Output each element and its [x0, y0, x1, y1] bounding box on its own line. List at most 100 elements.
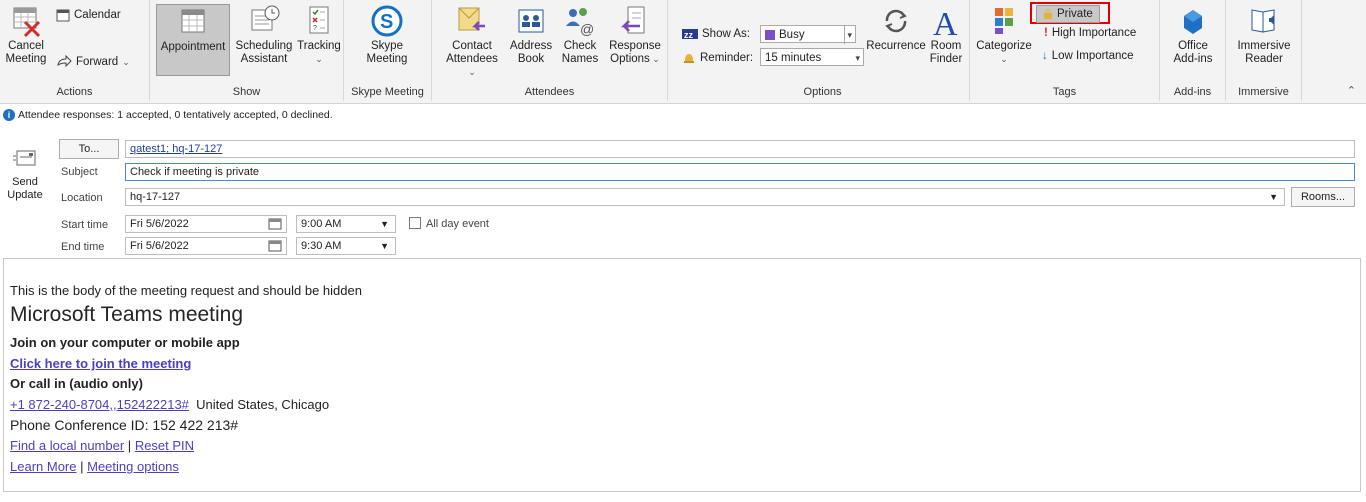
immersive-reader-icon	[1247, 4, 1281, 38]
bell-icon	[684, 54, 694, 63]
categorize-chevron-icon: ⌄	[1000, 54, 1008, 64]
appointment-button[interactable]: Appointment	[156, 4, 230, 76]
rooms-button-label: Rooms...	[1300, 191, 1345, 203]
group-label-attendees: Attendees	[524, 86, 575, 98]
categorize-button[interactable]: Categorize ⌄	[974, 4, 1034, 66]
contact-attendees-button[interactable]: Contact Attendees ⌄	[444, 4, 500, 79]
cancel-label-1: Cancel	[8, 40, 44, 52]
teams-meeting-title: Microsoft Teams meeting	[10, 303, 244, 326]
start-time-label: Start time	[61, 219, 109, 231]
calendar-button[interactable]: Calendar	[56, 8, 121, 22]
group-attendees: Contact Attendees ⌄ Address Book @ Check…	[432, 0, 668, 101]
meeting-options-link[interactable]: Meeting options	[87, 459, 179, 474]
separator: |	[127, 438, 132, 453]
high-importance-button[interactable]: ! High Importance	[1044, 27, 1136, 39]
end-date-input[interactable]: Fri 5/6/2022	[125, 237, 287, 255]
to-button[interactable]: To...	[59, 139, 119, 159]
location-chevron-icon[interactable]: ▼	[1269, 189, 1278, 205]
room-finder-button[interactable]: A Room Finder	[926, 4, 966, 66]
scheduling-assistant-icon	[247, 4, 281, 38]
forward-button[interactable]: Forward ⌄	[56, 55, 130, 69]
body-text: This is the body of the meeting request …	[10, 283, 362, 298]
group-options: zz Show As: Busy ▾ Reminder: 15 minutes …	[676, 0, 970, 101]
end-time-value: 9:30 AM	[301, 240, 342, 252]
group-show: Appointment Scheduling Assistant ? Track…	[150, 0, 344, 101]
show-as-icon: zz	[682, 29, 698, 40]
reminder-text: Reminder:	[700, 52, 754, 64]
group-label-options: Options	[803, 86, 842, 98]
subject-value: Check if meeting is private	[130, 166, 259, 178]
svg-text:zz: zz	[684, 30, 694, 40]
office-addins-icon	[1176, 4, 1210, 38]
to-button-label: To...	[78, 143, 100, 155]
contact-label-2: Attendees	[446, 53, 498, 65]
meeting-body[interactable]: This is the body of the meeting request …	[3, 258, 1361, 492]
cancel-label-2: Meeting	[5, 53, 47, 65]
reminder-label: Reminder:	[682, 51, 753, 65]
show-as-dropdown[interactable]: Busy ▾	[760, 25, 856, 44]
addins-label-2: Add-ins	[1173, 53, 1213, 65]
show-as-text: Show As:	[702, 28, 750, 40]
check-names-button[interactable]: @ Check Names	[558, 4, 602, 66]
recurrence-button[interactable]: Recurrence	[866, 4, 926, 53]
separator-2: |	[80, 459, 84, 474]
tracking-icon: ?	[302, 4, 336, 38]
tracking-button[interactable]: ? Tracking ⌄	[296, 4, 342, 66]
svg-text:A: A	[933, 6, 958, 38]
group-label-tags: Tags	[1052, 86, 1077, 98]
immersive-label-1: Immersive	[1237, 40, 1291, 52]
room-finder-icon: A	[929, 4, 963, 43]
down-arrow-icon: ↓	[1042, 50, 1048, 62]
reset-pin-link[interactable]: Reset PIN	[135, 438, 194, 453]
join-meeting-link[interactable]: Click here to join the meeting	[10, 356, 191, 371]
send-update-button[interactable]: Send Update	[4, 148, 46, 202]
room-label-1: Room	[930, 40, 962, 52]
start-date-input[interactable]: Fri 5/6/2022	[125, 215, 287, 233]
location-label: Location	[61, 192, 103, 204]
check-label-2: Names	[561, 53, 599, 65]
info-icon: i	[3, 109, 15, 122]
tracking-label: Tracking	[297, 40, 341, 52]
end-time-dropdown[interactable]: 9:30 AM ▼	[296, 237, 396, 255]
cancel-meeting-button[interactable]: Cancel Meeting	[3, 4, 49, 66]
collapse-ribbon-icon[interactable]: ⌃	[1347, 84, 1356, 97]
location-value: hq-17-127	[130, 191, 181, 203]
skype-meeting-button[interactable]: S Skype Meeting	[354, 4, 420, 66]
exclamation-icon: !	[1044, 27, 1048, 39]
join-heading: Join on your computer or mobile app	[10, 335, 240, 350]
start-time-dropdown[interactable]: 9:00 AM ▼	[296, 215, 396, 233]
private-button[interactable]: Private	[1036, 5, 1100, 23]
phone-location: United States, Chicago	[196, 397, 330, 412]
find-local-number-link[interactable]: Find a local number	[10, 438, 124, 453]
forward-icon	[57, 55, 72, 68]
low-importance-button[interactable]: ↓ Low Importance	[1042, 50, 1134, 62]
send-label-1: Send	[12, 176, 38, 188]
response-chevron-icon: ⌄	[649, 54, 660, 64]
end-date-calendar-icon[interactable]	[268, 240, 282, 252]
subject-input[interactable]: Check if meeting is private	[125, 163, 1355, 181]
learn-more-link[interactable]: Learn More	[10, 459, 76, 474]
group-skype: S Skype Meeting Skype Meeting	[344, 0, 432, 101]
start-date-calendar-icon[interactable]	[268, 218, 282, 230]
to-field[interactable]: qatest1; hq-17-127	[125, 140, 1355, 158]
immersive-label-2: Reader	[1245, 53, 1283, 65]
response-options-button[interactable]: Response Options ⌄	[604, 4, 666, 66]
reminder-dropdown[interactable]: 15 minutes ▾	[760, 48, 864, 66]
response-options-icon	[618, 4, 652, 38]
immersive-reader-button[interactable]: Immersive Reader	[1232, 4, 1296, 66]
all-day-checkbox[interactable]	[409, 217, 421, 229]
phone-number-link[interactable]: +1 872-240-8704,,152422213#	[10, 397, 189, 412]
group-label-immersive: Immersive	[1238, 86, 1289, 98]
skype-label-2: Meeting	[366, 53, 408, 65]
location-input[interactable]: hq-17-127 ▼	[125, 188, 1285, 206]
to-recipients: qatest1; hq-17-127	[130, 143, 223, 155]
office-addins-button[interactable]: Office Add-ins	[1164, 4, 1222, 66]
scheduling-assistant-button[interactable]: Scheduling Assistant	[232, 4, 296, 66]
reminder-value: 15 minutes	[765, 52, 822, 64]
group-label-actions: Actions	[56, 86, 93, 98]
rooms-button[interactable]: Rooms...	[1291, 187, 1355, 207]
group-label-skype: Skype Meeting	[351, 86, 424, 98]
address-book-button[interactable]: Address Book	[508, 4, 554, 66]
address-book-icon	[514, 4, 548, 38]
start-time-value: 9:00 AM	[301, 218, 342, 230]
